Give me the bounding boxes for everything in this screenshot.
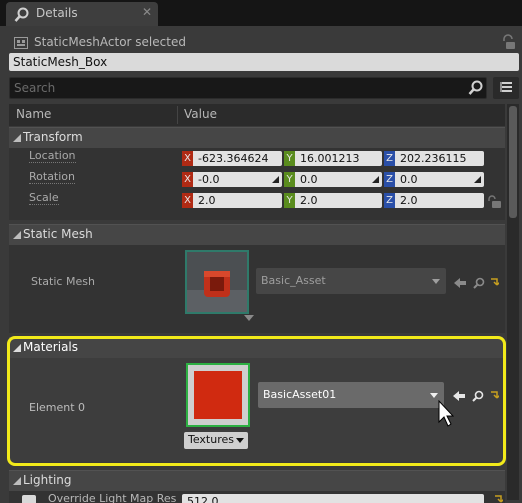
chevron-down-icon: [432, 279, 440, 284]
search-icon[interactable]: [468, 80, 484, 96]
tab-details[interactable]: Details ✕: [6, 2, 158, 26]
spinner-icon[interactable]: [372, 176, 379, 183]
location-z[interactable]: Z 202.236115: [384, 151, 484, 166]
scrollbar-thumb[interactable]: [509, 106, 517, 218]
rotation-x-value[interactable]: -0.0: [193, 172, 282, 187]
browse-search-icon[interactable]: [473, 277, 485, 289]
collapse-arrow-icon: [13, 231, 21, 239]
axis-y-tag: Y: [284, 151, 295, 166]
selection-row: StaticMeshActor selected: [10, 34, 520, 52]
tab-label: Details: [36, 6, 78, 20]
list-view-icon: [500, 82, 512, 92]
axis-x-tag: X: [182, 172, 193, 187]
use-selected-arrow-icon[interactable]: [454, 277, 466, 289]
override-lightmap-value[interactable]: 512.0: [182, 494, 484, 503]
static-mesh-title: Static Mesh: [23, 227, 93, 241]
static-mesh-combo[interactable]: Basic_Asset: [256, 268, 446, 294]
lighting-title: Lighting: [23, 473, 72, 487]
transform-title: Transform: [23, 130, 83, 144]
axis-y-tag: Y: [284, 172, 295, 187]
scale-y[interactable]: Y 2.0: [284, 193, 382, 208]
location-y[interactable]: Y 16.001213: [284, 151, 382, 166]
scale-z[interactable]: Z 2.0: [384, 193, 484, 208]
location-y-value[interactable]: 16.001213: [295, 151, 382, 166]
scale-x-value[interactable]: 2.0: [193, 193, 282, 208]
axis-x-tag: X: [182, 151, 193, 166]
scale-z-value[interactable]: 2.0: [395, 193, 484, 208]
reset-icon[interactable]: [489, 277, 499, 289]
transform-section-header[interactable]: Transform: [9, 127, 505, 148]
static-mesh-asset: Basic_Asset: [261, 274, 326, 287]
expand-arrow-icon[interactable]: [244, 315, 254, 321]
axis-y-tag: Y: [284, 193, 295, 208]
location-z-value[interactable]: 202.236115: [395, 151, 484, 166]
column-divider[interactable]: [177, 106, 178, 124]
rotation-y[interactable]: Y 0.0: [284, 172, 382, 187]
axis-x-tag: X: [182, 193, 193, 208]
scale-lock-icon[interactable]: [488, 195, 502, 208]
axis-z-tag: Z: [384, 151, 395, 166]
column-header: Name Value: [9, 104, 505, 126]
column-value: Value: [184, 107, 217, 121]
spinner-icon[interactable]: [272, 176, 279, 183]
view-options-button[interactable]: [493, 77, 519, 99]
static-mesh-thumbnail[interactable]: [185, 250, 249, 314]
rotation-z[interactable]: Z 0.0: [384, 172, 484, 187]
override-lightmap-field[interactable]: 512.0: [182, 494, 484, 503]
actor-name-field[interactable]: StaticMesh_Box: [9, 53, 519, 71]
scrollbar[interactable]: [507, 104, 519, 500]
tab-bar: Details ✕: [0, 0, 522, 26]
override-lightmap-checkbox[interactable]: [22, 495, 36, 503]
location-label: Location: [29, 149, 76, 163]
axis-z-tag: Z: [384, 193, 395, 208]
lock-icon[interactable]: [500, 34, 516, 50]
box-mesh-preview: [187, 252, 247, 312]
rotation-z-value[interactable]: 0.0: [395, 172, 484, 187]
static-mesh-label: Static Mesh: [31, 275, 95, 288]
spinner-icon[interactable]: [474, 176, 481, 183]
scale-x[interactable]: X 2.0: [182, 193, 282, 208]
search-placeholder: Search: [14, 81, 56, 95]
scale-label: Scale: [29, 191, 59, 205]
mouse-cursor-icon: [438, 400, 454, 427]
rotation-label: Rotation: [29, 170, 76, 184]
reset-icon[interactable]: [493, 494, 503, 503]
location-x-value[interactable]: -623.364624: [193, 151, 282, 166]
axis-z-tag: Z: [384, 172, 395, 187]
selection-label: StaticMeshActor selected: [34, 35, 186, 49]
override-lightmap-label: Override Light Map Res: [48, 492, 177, 503]
rotation-y-value[interactable]: 0.0: [295, 172, 382, 187]
collapse-arrow-icon: [13, 477, 21, 485]
search-input[interactable]: Search: [9, 77, 487, 99]
actor-icon: [14, 37, 28, 49]
collapse-arrow-icon: [13, 134, 21, 142]
static-mesh-section-header[interactable]: Static Mesh: [9, 224, 505, 245]
location-x[interactable]: X -623.364624: [182, 151, 282, 166]
close-icon[interactable]: ✕: [142, 5, 152, 19]
scale-y-value[interactable]: 2.0: [295, 193, 382, 208]
rotation-x[interactable]: X -0.0: [182, 172, 282, 187]
materials-highlight-outline: [7, 336, 506, 466]
magnifier-icon: [14, 7, 29, 22]
column-name: Name: [16, 107, 52, 121]
lighting-section-header[interactable]: Lighting: [9, 470, 505, 491]
search-row: Search: [9, 77, 519, 99]
